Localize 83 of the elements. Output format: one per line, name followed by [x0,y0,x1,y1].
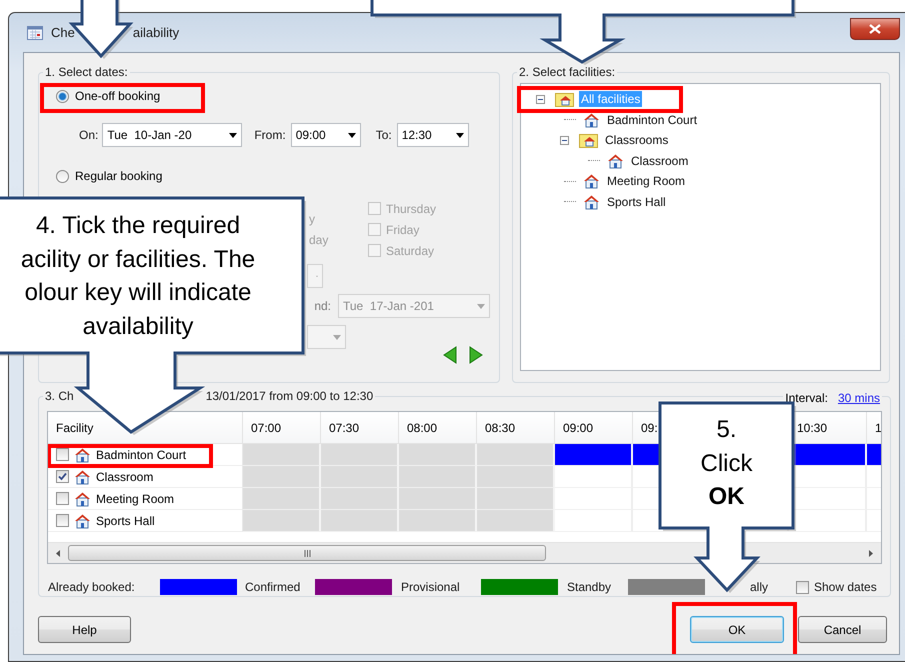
facility-name: Badminton Court [96,448,186,462]
legend-label: ally [750,580,770,594]
right-arrow-icon [869,550,873,556]
previous-button[interactable] [441,345,459,365]
next-button[interactable] [467,345,485,365]
tree-item[interactable]: Meeting Room [605,173,688,190]
check-icon [58,472,67,481]
legend-label: Standby [567,580,612,594]
column-header: 09:00 [555,412,633,444]
dialog-button[interactable]: OK [690,616,784,643]
calendar-icon [27,26,43,40]
house-icon [583,173,600,190]
house-icon [74,512,91,528]
window-title: Che [51,25,75,40]
field-label: On: [79,128,98,142]
caret-icon [229,132,238,138]
column-header: 07:00 [243,412,321,444]
house-icon [74,446,91,462]
house-icon [583,194,600,210]
close-button[interactable] [850,18,900,40]
dropdown-field[interactable]: 09:00 [290,123,361,147]
weekday-label: day [309,232,328,248]
facility-name: Classroom [96,470,154,484]
row-checkbox[interactable] [56,492,69,505]
close-icon [869,24,881,34]
caret-icon [477,304,485,308]
radio-button[interactable] [56,90,69,102]
caret-icon [456,132,464,138]
dropdown-field[interactable] [307,264,323,288]
window-title: ailability [132,25,180,40]
house-icon [74,490,91,506]
group-title: 13/01/2017 from 09:00 to 12:30 [206,389,374,403]
dropdown-field[interactable]: 12:30 [396,123,469,147]
caret-icon [333,334,341,340]
row-checkbox[interactable] [56,514,69,527]
dialog-button[interactable]: Help [38,616,131,643]
dialog-button[interactable]: Cancel [798,616,887,643]
radio-option[interactable]: Regular booking [56,169,162,183]
interval-label: Interval: [785,391,828,405]
field-label: From: [254,128,286,142]
facility-name: Sports Hall [96,514,155,528]
horizontal-scrollbar[interactable] [48,542,881,563]
group-title: 3. Ch [45,389,74,403]
callout-text: 4. Tick the required acility or facilities. The olour key will indicate availability [20,211,256,342]
collapse-toggle[interactable] [560,136,569,145]
tree-item[interactable]: Sports Hall [605,194,668,210]
house-icon [583,112,600,128]
tree-item[interactable]: Classroom [629,152,690,169]
minus-icon [562,138,567,143]
collapse-toggle[interactable] [536,94,545,104]
weekday-label: y [309,210,315,228]
folder-icon [579,132,598,148]
scrollbar-thumb[interactable] [68,545,546,561]
field-label: To: [376,128,392,142]
column-header: 08:00 [399,412,477,444]
row-checkbox[interactable] [56,470,69,483]
house-icon [607,152,624,169]
interval-link[interactable]: 30 mins [838,391,880,405]
column-header: 08:30 [477,412,555,444]
dropdown-field[interactable]: Tue 10-Jan -20 [102,123,242,147]
folder-icon [555,91,574,108]
radio-option[interactable]: One-off booking [56,89,160,103]
tree-item[interactable]: Badminton Court [605,112,700,128]
show-dates-checkbox[interactable]: Show dates [796,576,877,598]
house-icon [74,468,91,484]
row-checkbox[interactable] [56,448,69,461]
left-arrow-icon [56,550,60,556]
right-triangle-icon [469,346,483,364]
legend-label: Already booked: [48,580,136,594]
legend-label: Provisional [401,580,461,594]
group-title: 1. Select dates: [44,65,129,79]
caret-icon [348,132,356,138]
group-title: 2. Select facilities: [518,65,616,79]
column-header: 07:30 [321,412,399,444]
tree-item[interactable]: Classrooms [603,132,670,148]
facility-name: Meeting Room [96,492,174,506]
left-triangle-icon [443,346,457,364]
minus-icon [538,96,543,102]
radio-button[interactable] [56,170,69,182]
field-label: nd: [313,299,331,313]
grip-icon [304,550,310,556]
dropdown-field[interactable] [307,325,346,349]
legend-label: Confirmed [245,580,302,594]
